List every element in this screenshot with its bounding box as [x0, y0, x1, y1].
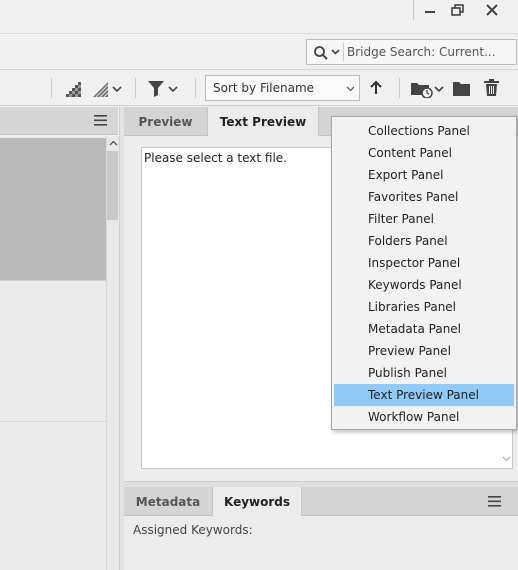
- toolbar-divider: [135, 78, 136, 98]
- assigned-keywords-label: Assigned Keywords:: [133, 523, 253, 537]
- content-panel-header: [0, 107, 118, 135]
- sort-dropdown-value: Sort by Filename: [213, 81, 315, 95]
- trash-icon: [484, 79, 499, 96]
- chevron-down-icon: [346, 86, 355, 92]
- scroll-down-arrow-icon[interactable]: [502, 456, 511, 462]
- panel-context-menu: Collections Panel Content Panel Export P…: [331, 116, 517, 430]
- quality-filter-button[interactable]: [66, 80, 84, 98]
- metadata-tabbar: Metadata Keywords: [124, 487, 518, 517]
- menu-item-content-panel[interactable]: Content Panel: [334, 142, 514, 164]
- menu-item-keywords-panel[interactable]: Keywords Panel: [334, 274, 514, 296]
- ascending-arrow-icon: [370, 80, 382, 94]
- recent-folders-button[interactable]: [410, 78, 444, 98]
- menu-item-folders-panel[interactable]: Folders Panel: [334, 230, 514, 252]
- bridge-search-field[interactable]: Bridge Search: Current...: [306, 39, 517, 65]
- sort-filter-button[interactable]: [93, 80, 123, 98]
- keywords-panel: Assigned Keywords:: [124, 516, 518, 570]
- search-placeholder: Bridge Search: Current...: [347, 45, 496, 59]
- recent-folder-icon: [411, 83, 444, 98]
- restore-button[interactable]: [441, 0, 475, 20]
- filter-icon: [148, 81, 178, 97]
- panel-menu-icon[interactable]: [94, 115, 107, 126]
- tab-metadata[interactable]: Metadata: [124, 487, 212, 516]
- menu-item-export-panel[interactable]: Export Panel: [334, 164, 514, 186]
- menu-item-metadata-panel[interactable]: Metadata Panel: [334, 318, 514, 340]
- tab-text-preview[interactable]: Text Preview: [207, 107, 319, 137]
- close-button[interactable]: [475, 0, 509, 20]
- toolbar-divider: [399, 78, 400, 98]
- content-divider: [0, 421, 106, 422]
- selected-item[interactable]: [0, 138, 106, 280]
- menu-item-filter-panel[interactable]: Filter Panel: [334, 208, 514, 230]
- delete-button[interactable]: [483, 78, 501, 98]
- new-folder-button[interactable]: [452, 80, 472, 98]
- menu-item-libraries-panel[interactable]: Libraries Panel: [334, 296, 514, 318]
- tab-keywords[interactable]: Keywords: [212, 487, 302, 517]
- title-bar: [0, 0, 518, 22]
- panel-menu-icon[interactable]: [488, 496, 501, 507]
- menu-item-publish-panel[interactable]: Publish Panel: [334, 362, 514, 384]
- scroll-up-arrow-icon[interactable]: [109, 140, 118, 146]
- tab-preview[interactable]: Preview: [124, 107, 207, 136]
- content-divider: [0, 280, 106, 281]
- sort-filter-icon: [93, 82, 122, 98]
- filter-items-button[interactable]: [147, 79, 179, 99]
- menu-item-preview-panel[interactable]: Preview Panel: [334, 340, 514, 362]
- ascending-order-button[interactable]: [368, 80, 384, 96]
- menu-item-inspector-panel[interactable]: Inspector Panel: [334, 252, 514, 274]
- toolbar: Sort by Filename: [0, 70, 518, 106]
- sort-dropdown[interactable]: Sort by Filename: [205, 75, 360, 101]
- toolbar-divider: [195, 78, 196, 98]
- search-icon: [314, 46, 328, 60]
- restore-icon: [451, 4, 464, 16]
- chevron-down-icon[interactable]: [331, 49, 340, 55]
- menu-item-workflow-panel[interactable]: Workflow Panel: [334, 406, 514, 428]
- search-divider: [343, 43, 344, 61]
- empty-message: Please select a text file.: [144, 151, 287, 165]
- menu-item-collections-panel[interactable]: Collections Panel: [334, 120, 514, 142]
- menu-item-favorites-panel[interactable]: Favorites Panel: [334, 186, 514, 208]
- folder-icon: [453, 82, 470, 96]
- search-bar-row: Bridge Search: Current...: [0, 33, 518, 70]
- menu-item-text-preview-panel[interactable]: Text Preview Panel: [334, 384, 514, 406]
- quality-filter-icon: [66, 82, 81, 97]
- scrollbar-thumb[interactable]: [107, 151, 118, 220]
- close-icon: [486, 4, 498, 16]
- minimize-icon: [425, 11, 435, 13]
- toolbar-divider: [51, 78, 52, 98]
